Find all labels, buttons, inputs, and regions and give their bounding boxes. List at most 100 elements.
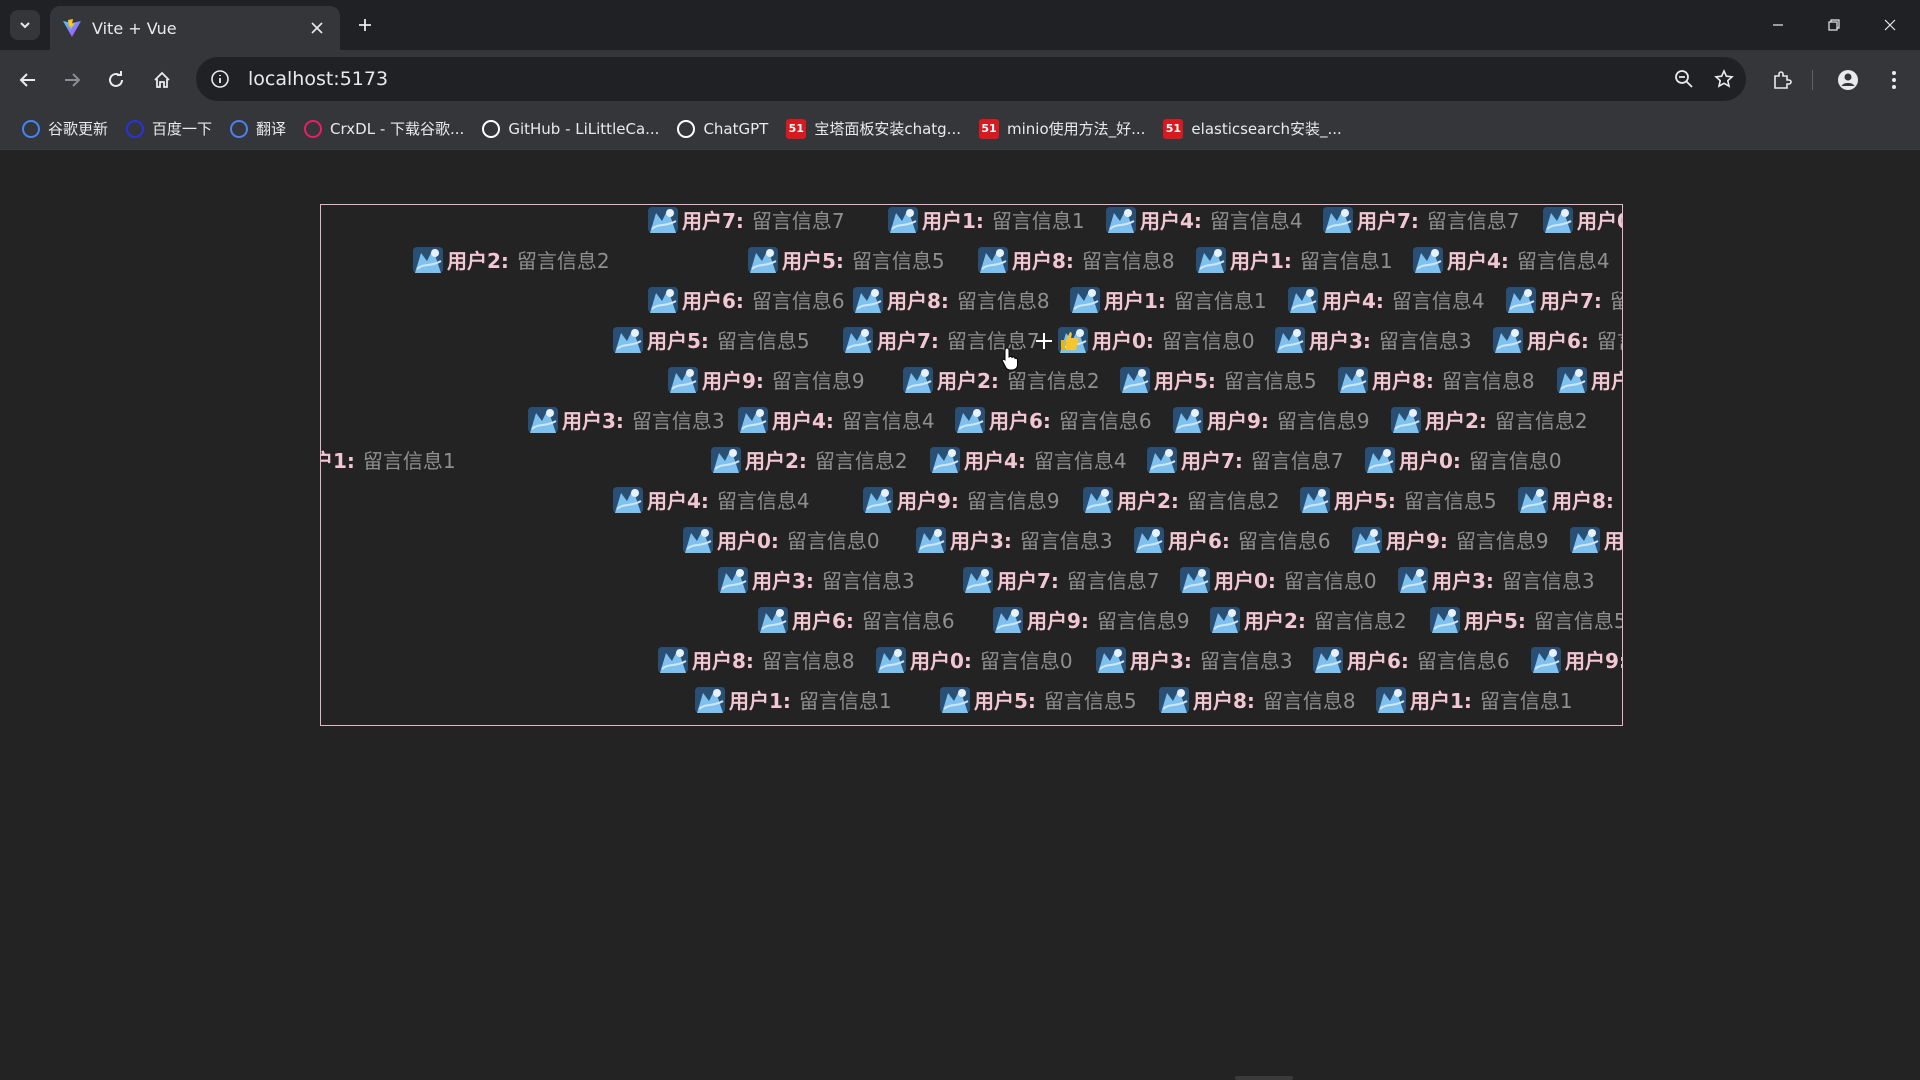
barrage-item[interactable]: 用户1: 留言信息1 — [886, 205, 1085, 236]
barrage-username: 用户6: — [1527, 328, 1589, 353]
tab-close-button[interactable] — [304, 15, 330, 41]
bookmark-item[interactable]: 百度一下 — [118, 113, 220, 145]
barrage-item[interactable]: 用户4: 留言信息4 — [1286, 282, 1485, 316]
barrage-message: 留言 — [1610, 285, 1622, 314]
barrage-item[interactable]: 用户9: 留言信息9 — [1171, 402, 1370, 436]
barrage-item[interactable]: 用户8: 留言信息8 — [656, 642, 855, 676]
barrage-item[interactable]: 用户2: 留言信息2 — [1208, 602, 1407, 636]
barrage-item[interactable]: 用户1: 留言信息1 — [1194, 242, 1393, 276]
barrage-item[interactable]: 用户2: 留言信息2 — [709, 442, 908, 476]
barrage-item[interactable]: 用户4: 留言信息4 — [1104, 205, 1303, 236]
barrage-item[interactable]: 用户3: 留言信息3 — [1273, 322, 1472, 356]
extensions-button[interactable] — [1766, 64, 1798, 96]
barrage-item[interactable]: 用户3: 留言信息3 — [914, 522, 1113, 556]
tab-search-button[interactable] — [10, 10, 40, 40]
barrage-item[interactable]: 用户9: — [1529, 642, 1622, 676]
barrage-item[interactable]: 用户2: 留言信息2 — [1081, 482, 1280, 516]
address-bar[interactable]: localhost:5173 — [196, 57, 1746, 101]
barrage-item[interactable]: 用户9: 留言信息9 — [1350, 522, 1549, 556]
minimize-button[interactable] — [1750, 0, 1806, 50]
home-button[interactable] — [146, 64, 178, 96]
barrage-item[interactable]: 用户8: 留言信息8 — [1336, 362, 1535, 396]
tab-active[interactable]: Vite + Vue — [50, 6, 340, 50]
bookmark-label: minio使用方法_好... — [1006, 120, 1146, 138]
barrage-username: 用户5: — [1154, 368, 1216, 393]
barrage-item[interactable]: 用户9: 留言信息9 — [861, 482, 1060, 516]
barrage-item[interactable]: 用户5: 留言信息5 — [1298, 482, 1497, 516]
barrage-item[interactable]: 用户1: 留言信息1 — [693, 682, 892, 716]
avatar-icon — [1506, 287, 1536, 313]
bookmark-item[interactable]: GitHub - LiLittleCa... — [474, 113, 667, 145]
barrage-item[interactable]: 用户0: 留言信息0 — [1363, 442, 1562, 476]
menu-button[interactable] — [1878, 64, 1910, 96]
barrage-item[interactable]: 用户5: 留言信息5 — [746, 242, 945, 276]
new-tab-button[interactable] — [350, 10, 380, 40]
barrage-item[interactable]: 用户0: 留言信息0 — [874, 642, 1073, 676]
bookmark-item[interactable]: 谷歌更新 — [14, 113, 116, 145]
avatar-icon — [1070, 287, 1100, 313]
thumbs-up-icon[interactable] — [1058, 330, 1080, 352]
barrage-item[interactable]: 用户4: 留言信息4 — [928, 442, 1127, 476]
bookmark-item[interactable]: 51 elasticsearch安装_... — [1155, 113, 1349, 145]
barrage-username: 用户7: — [1181, 448, 1243, 473]
forward-button[interactable] — [56, 64, 88, 96]
barrage-item[interactable]: 用户6: 留言信息6 — [1311, 642, 1510, 676]
horizontal-scroll-indicator[interactable] — [1235, 1076, 1293, 1080]
barrage-item[interactable]: 用户0: 留言信息0 — [681, 522, 880, 556]
barrage-item[interactable]: 用户6: 留言信息6 — [756, 602, 955, 636]
bookmark-star-button[interactable] — [1706, 61, 1742, 97]
barrage-item[interactable]: 用户9: 留言信息9 — [991, 602, 1190, 636]
barrage-item[interactable]: 用户3: 留言信息3 — [1094, 642, 1293, 676]
bookmark-item[interactable]: 51 minio使用方法_好... — [971, 113, 1153, 145]
barrage-item[interactable]: 用户7: 留言信息7 — [646, 205, 845, 236]
barrage-item[interactable]: 用户6: 留言 — [1491, 322, 1622, 356]
barrage-item[interactable]: 用 — [1568, 522, 1622, 556]
zoom-button[interactable] — [1666, 61, 1702, 97]
barrage-item[interactable]: 用户0: 留言信息0 — [1056, 322, 1255, 356]
profile-button[interactable] — [1832, 64, 1864, 96]
barrage-item[interactable]: 用户5: 留言信息5 — [1428, 602, 1622, 636]
barrage-item[interactable]: 用户9: 留言信息9 — [666, 362, 865, 396]
barrage-item[interactable]: 用户8: 留言信息8 — [1157, 682, 1356, 716]
barrage-item[interactable]: 用户2: 留言信息2 — [1389, 402, 1588, 436]
barrage-item[interactable]: 用户8: 留言信息8 — [976, 242, 1175, 276]
barrage-item[interactable]: 用户0: 留言信息0 — [1178, 562, 1377, 596]
barrage-item[interactable]: 用户4: 留言信息4 — [736, 402, 935, 436]
barrage-username: 用户5: — [782, 248, 844, 273]
barrage-item[interactable]: 用户0 — [1541, 205, 1622, 236]
barrage-item[interactable]: 用户 — [1555, 362, 1622, 396]
close-window-button[interactable] — [1862, 0, 1918, 50]
barrage-item[interactable]: 用户5: 留言信息5 — [611, 322, 810, 356]
barrage-item[interactable]: 用户3: 留言信息3 — [1396, 562, 1595, 596]
barrage-item[interactable]: 用户7: 留言信息7 — [1145, 442, 1344, 476]
barrage-item[interactable]: 用户7: 留言信息7 — [1321, 205, 1520, 236]
bookmark-item[interactable]: 51 宝塔面板安装chatg... — [778, 113, 969, 145]
barrage-item[interactable]: 用户7: 留言信息7 — [961, 562, 1160, 596]
barrage-item[interactable]: 用户6: 留言信息6 — [953, 402, 1152, 436]
barrage-item[interactable]: 用户4: 留言信息4 — [611, 482, 810, 516]
plus-icon[interactable] — [1034, 331, 1054, 351]
barrage-item[interactable]: 户1: 留言信息1 — [321, 442, 456, 476]
barrage-item[interactable]: 用户8: 留言信息8 — [851, 282, 1050, 316]
barrage-item[interactable]: 用户7: 留言 — [1504, 282, 1622, 316]
bookmark-item[interactable]: 翻译 — [222, 113, 294, 145]
url-text[interactable]: localhost:5173 — [248, 68, 1666, 90]
restore-button[interactable] — [1806, 0, 1862, 50]
like-hover-controls[interactable] — [1034, 330, 1080, 352]
barrage-item[interactable]: 用户3: 留言信息3 — [526, 402, 725, 436]
barrage-item[interactable]: 用户5: 留言信息5 — [938, 682, 1137, 716]
barrage-item[interactable]: 用户1: 留言信息1 — [1068, 282, 1267, 316]
barrage-item[interactable]: 用户3: 留言信息3 — [716, 562, 915, 596]
barrage-item[interactable]: 用户6: 留言信息6 — [646, 282, 845, 316]
barrage-item[interactable]: 用户5: 留言信息5 — [1118, 362, 1317, 396]
barrage-item[interactable]: 用户4: 留言信息4 — [1411, 242, 1610, 276]
reload-button[interactable] — [100, 64, 132, 96]
back-button[interactable] — [12, 64, 44, 96]
bookmark-item[interactable]: CrxDL - 下载谷歌... — [296, 113, 472, 145]
barrage-item[interactable]: 用户8: 留 — [1516, 482, 1622, 516]
barrage-item[interactable]: 用户6: 留言信息6 — [1132, 522, 1331, 556]
barrage-item[interactable]: 用户2: 留言信息2 — [411, 242, 610, 276]
barrage-item[interactable]: 用户1: 留言信息1 — [1374, 682, 1573, 716]
bookmark-item[interactable]: ChatGPT — [669, 113, 776, 145]
site-info-button[interactable] — [206, 65, 234, 93]
